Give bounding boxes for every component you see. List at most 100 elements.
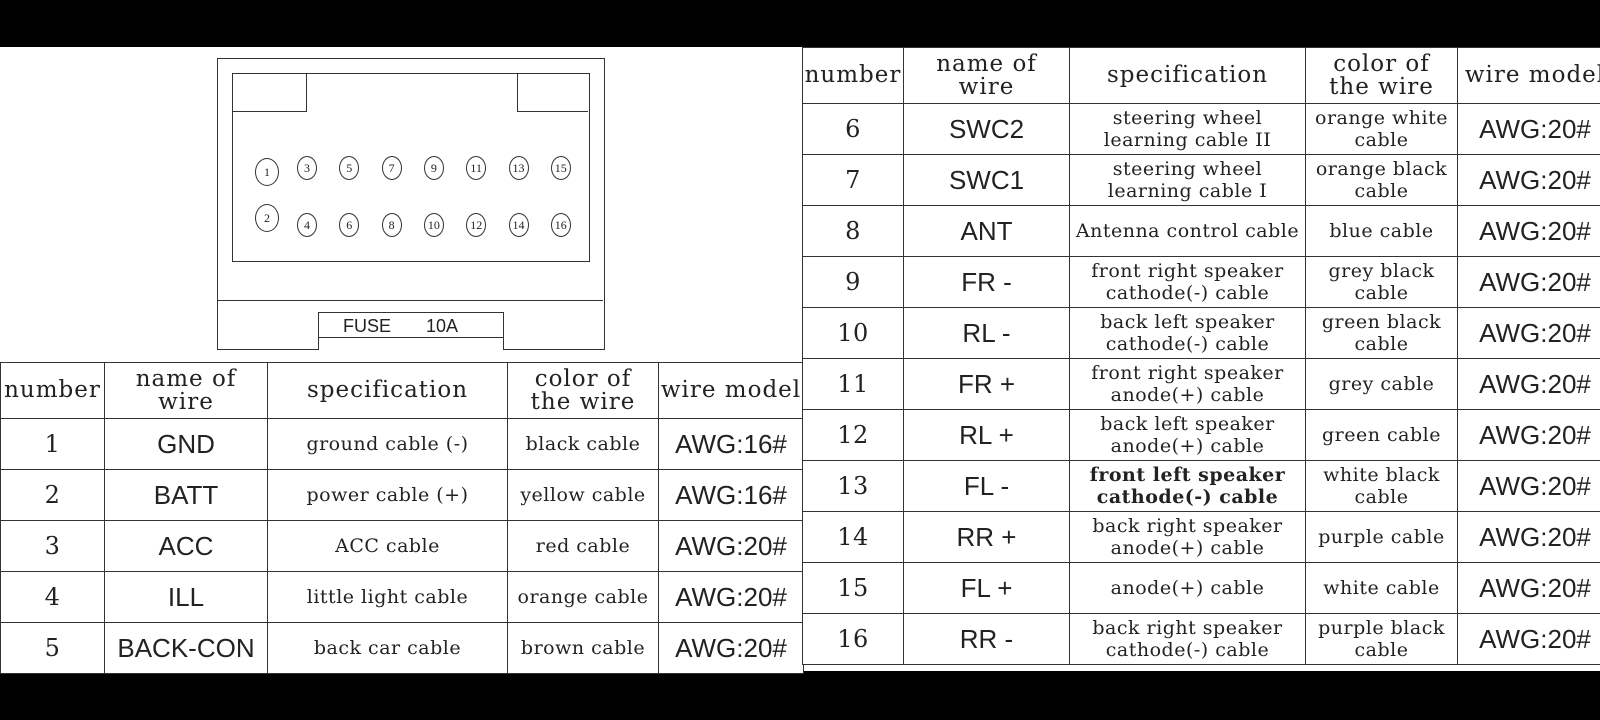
cell-spec: back car cable (267, 622, 508, 674)
cell-number: 15 (802, 562, 904, 614)
cell-name: FL - (903, 460, 1070, 512)
cell-model: AWG:20# (1457, 511, 1600, 563)
cell-number: 12 (802, 409, 904, 461)
cell-name: SWC1 (903, 154, 1070, 206)
pin-16: 16 (550, 213, 571, 237)
table-row: 2 BATT power cable (+) yellow cable AWG:16# (0, 469, 804, 521)
cell-color: white black cable (1305, 460, 1458, 512)
cell-spec: Antenna control cable (1069, 205, 1306, 257)
cell-model: AWG:20# (1457, 256, 1600, 308)
cell-model: AWG:20# (1457, 103, 1600, 155)
cell-color: brown cable (507, 622, 659, 674)
header-model: wire model (658, 362, 804, 419)
pin-7: 7 (381, 156, 402, 180)
table-row: 10 RL - back left speaker cathode(-) cable… (802, 307, 1600, 359)
cell-number: 1 (0, 418, 105, 470)
cell-spec: back left speaker anode(+) cable (1069, 409, 1306, 461)
table-row: 1 GND ground cable (-) black cable AWG:16# (0, 418, 804, 470)
table-row: 8 ANT Antenna control cable blue cable AWG:2… (802, 205, 1600, 257)
cell-name: BACK-CON (104, 622, 268, 674)
cell-number: 3 (0, 520, 105, 572)
cell-number: 11 (802, 358, 904, 410)
cell-spec: back right speaker anode(+) cable (1069, 511, 1306, 563)
wiring-sheet: FUSE 10A 1 3 5 7 9 11 13 15 2 4 6 8 10 12 14 16 number n… (0, 47, 1600, 674)
cell-model: AWG:20# (1457, 409, 1600, 461)
table-row: 16 RR - back right speaker cathode(-) cabl… (802, 613, 1600, 665)
cell-model: AWG:20# (1457, 307, 1600, 359)
cell-name: ANT (903, 205, 1070, 257)
cell-model: AWG:20# (1457, 562, 1600, 614)
header-model: wire model (1457, 47, 1600, 104)
cell-color: blue cable (1305, 205, 1458, 257)
cell-model: AWG:20# (1457, 205, 1600, 257)
pin-8: 8 (381, 213, 402, 237)
cell-name: SWC2 (903, 103, 1070, 155)
cell-model: AWG:20# (658, 520, 804, 572)
header-spec: specification (1069, 47, 1306, 104)
pin-15: 15 (550, 156, 571, 180)
cell-number: 16 (802, 613, 904, 665)
cell-spec: front right speaker cathode(-) cable (1069, 256, 1306, 308)
cell-model: AWG:16# (658, 469, 804, 521)
table-row: 13 FL - front left speaker cathode(-) cabl… (802, 460, 1600, 512)
table-row: 12 RL + back left speaker anode(+) cable gr… (802, 409, 1600, 461)
cell-name: RL + (903, 409, 1070, 461)
cell-name: FL + (903, 562, 1070, 614)
cell-spec: steering wheel learning cable I (1069, 154, 1306, 206)
header-name: name of wire (104, 362, 268, 419)
pin-14: 14 (508, 213, 529, 237)
fuse-value: 10A (426, 316, 459, 336)
header-number: number (0, 362, 105, 419)
pin-4: 4 (297, 213, 317, 237)
cell-model: AWG:20# (1457, 154, 1600, 206)
header-spec: specification (267, 362, 508, 419)
cell-color: red cable (507, 520, 659, 572)
pin-10: 10 (423, 213, 444, 237)
cell-name: RR + (903, 511, 1070, 563)
cell-number: 6 (802, 103, 904, 155)
cell-color: grey cable (1305, 358, 1458, 410)
cell-number: 8 (802, 205, 904, 257)
cell-name: ACC (104, 520, 268, 572)
fuse-label: FUSE (343, 316, 392, 336)
cell-spec: little light cable (267, 571, 508, 623)
cell-model: AWG:20# (1457, 460, 1600, 512)
cell-model: AWG:20# (658, 622, 804, 674)
cell-color: green black cable (1305, 307, 1458, 359)
cell-color: yellow cable (507, 469, 659, 521)
cell-spec: back right speaker cathode(-) cable (1069, 613, 1306, 665)
pin-3: 3 (297, 156, 317, 180)
cell-spec: ground cable (-) (267, 418, 508, 470)
header-row: number name of wire specification color of … (802, 47, 1600, 104)
table-row: 6 SWC2 steering wheel learning cable II ora… (802, 103, 1600, 155)
cell-color: orange cable (507, 571, 659, 623)
cell-name: BATT (104, 469, 268, 521)
cell-spec: back left speaker cathode(-) cable (1069, 307, 1306, 359)
cell-spec: steering wheel learning cable II (1069, 103, 1306, 155)
table-row: 11 FR + front right speaker anode(+) cable… (802, 358, 1600, 410)
cell-number: 13 (802, 460, 904, 512)
cell-number: 7 (802, 154, 904, 206)
table-row: 9 FR - front right speaker cathode(-) cabl… (802, 256, 1600, 308)
cell-spec: ACC cable (267, 520, 508, 572)
cell-name: RL - (903, 307, 1070, 359)
cell-name: RR - (903, 613, 1070, 665)
cell-spec: front left speaker cathode(-) cable (1069, 460, 1306, 512)
cell-color: green cable (1305, 409, 1458, 461)
cell-spec: power cable (+) (267, 469, 508, 521)
table-row: 7 SWC1 steering wheel learning cable Ioran… (802, 154, 1600, 206)
cell-color: purple black cable (1305, 613, 1458, 665)
cell-color: white cable (1305, 562, 1458, 614)
cell-color: black cable (507, 418, 659, 470)
cell-number: 2 (0, 469, 105, 521)
pin-1: 1 (255, 158, 279, 186)
cell-color: purple cable (1305, 511, 1458, 563)
cell-spec: anode(+) cable (1069, 562, 1306, 614)
cell-model: AWG:20# (658, 571, 804, 623)
header-name: name of wire (903, 47, 1070, 104)
cell-name: FR - (903, 256, 1070, 308)
cell-name: FR + (903, 358, 1070, 410)
header-color: color of the wire (507, 362, 659, 419)
table-row: 3 ACC ACC cable red cable AWG:20# (0, 520, 804, 572)
cell-model: AWG:16# (658, 418, 804, 470)
